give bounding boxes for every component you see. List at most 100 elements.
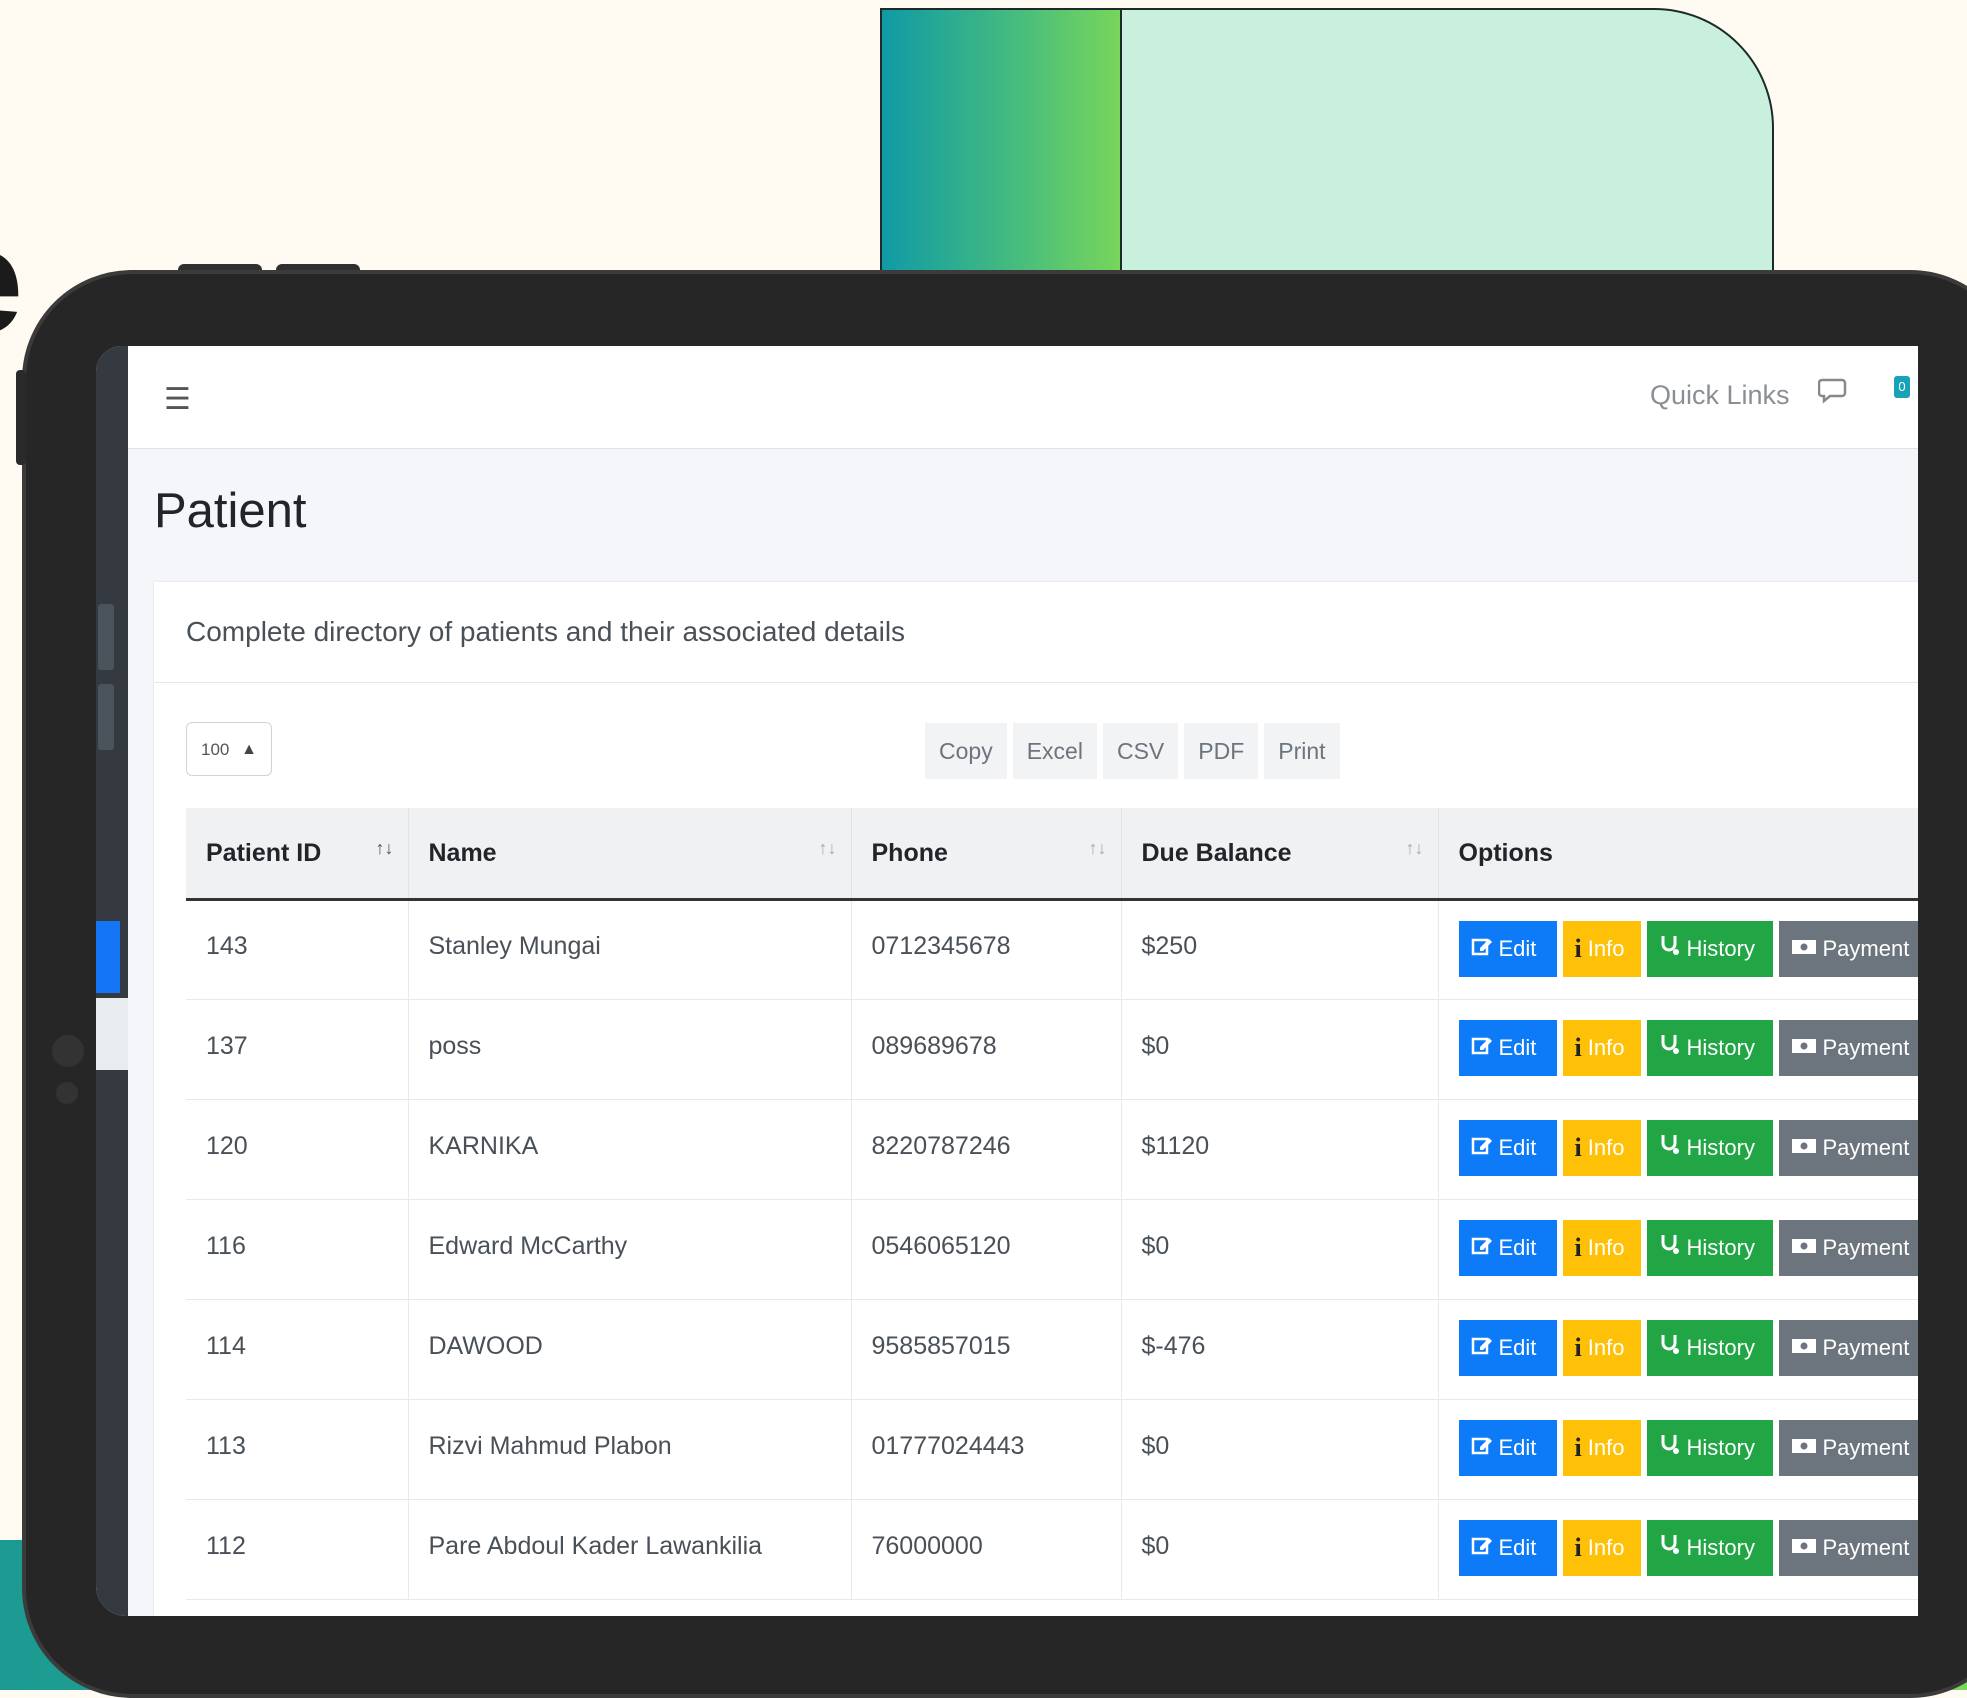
payment-button[interactable]: Payment — [1778, 920, 1918, 977]
money-icon — [1791, 1435, 1817, 1461]
info-icon: i — [1574, 1033, 1582, 1062]
column-header-due-balance[interactable]: Due Balance ↑↓ — [1121, 808, 1439, 901]
cell-due-balance: $-476 — [1121, 1299, 1439, 1400]
edit-button[interactable]: Edit — [1458, 920, 1557, 977]
sort-icon: ↑↓ — [375, 838, 394, 858]
history-button[interactable]: History — [1646, 1520, 1773, 1576]
payment-button[interactable]: Payment — [1778, 1320, 1918, 1376]
edit-icon — [1471, 1434, 1493, 1462]
table-row: 113 Rizvi Mahmud Plabon 01777024443 $0 Edit i… — [186, 1399, 1918, 1500]
patients-card: Complete directory of patients and their… — [154, 582, 1918, 1616]
edit-button[interactable]: Edit — [1458, 1420, 1557, 1476]
info-button[interactable]: i Info — [1562, 1520, 1641, 1576]
row-actions: Edit i Info History Payment — [1458, 1216, 1918, 1276]
cell-name: Stanley Mungai — [408, 899, 852, 1000]
page-length-select[interactable]: 100 ▲︎ — [186, 722, 272, 776]
excel-button[interactable]: Excel — [1012, 723, 1097, 779]
sort-arrows-icon: ▲︎ — [241, 741, 257, 758]
stethoscope-icon — [1659, 1433, 1681, 1463]
payment-button[interactable]: Payment — [1778, 1220, 1918, 1276]
info-button[interactable]: i Info — [1562, 1420, 1641, 1476]
edit-label: Edit — [1498, 1335, 1537, 1360]
cell-name: Pare Abdoul Kader Lawankilia — [408, 1499, 852, 1600]
history-label: History — [1686, 1035, 1755, 1060]
cell-name: KARNIKA — [408, 1099, 852, 1200]
cell-options: Edit i Info History Payment — [1438, 899, 1918, 1000]
edit-label: Edit — [1498, 935, 1537, 961]
edit-button[interactable]: Edit — [1458, 1520, 1557, 1576]
cell-name: poss — [408, 999, 852, 1100]
history-button[interactable]: History — [1646, 1420, 1773, 1476]
export-button-group: Copy Excel CSV PDF Print — [925, 723, 1340, 779]
edit-icon — [1471, 935, 1493, 963]
edit-button[interactable]: Edit — [1458, 1320, 1557, 1376]
payment-button[interactable]: Payment — [1778, 1020, 1918, 1076]
edit-button[interactable]: Edit — [1458, 1120, 1557, 1176]
notification-badge: 0 — [1894, 376, 1910, 398]
info-button[interactable]: i Info — [1562, 1220, 1641, 1276]
camera-icon — [52, 1035, 84, 1067]
sidebar-item-active[interactable] — [96, 921, 120, 993]
edit-button[interactable]: Edit — [1458, 1220, 1557, 1276]
column-header-phone[interactable]: Phone ↑↓ — [851, 808, 1122, 901]
edit-icon — [1471, 1534, 1493, 1562]
column-header-name[interactable]: Name ↑↓ — [408, 808, 852, 901]
copy-button[interactable]: Copy — [925, 723, 1007, 779]
info-button[interactable]: i Info — [1562, 920, 1641, 977]
edit-icon — [1471, 1234, 1493, 1262]
info-button[interactable]: i Info — [1562, 1120, 1641, 1176]
history-button[interactable]: History — [1646, 1320, 1773, 1376]
info-label: Info — [1587, 1235, 1625, 1260]
pdf-button[interactable]: PDF — [1184, 723, 1259, 779]
print-button[interactable]: Print — [1264, 723, 1340, 779]
table-row: 143 Stanley Mungai 0712345678 $250 Edit i Info… — [186, 899, 1918, 1000]
history-button[interactable]: History — [1646, 920, 1773, 977]
info-label: Info — [1587, 1335, 1625, 1360]
history-button[interactable]: History — [1646, 1120, 1773, 1176]
cell-phone: 76000000 — [851, 1499, 1122, 1600]
payment-button[interactable]: Payment — [1778, 1120, 1918, 1176]
history-label: History — [1686, 935, 1755, 961]
cell-name: Rizvi Mahmud Plabon — [408, 1399, 852, 1500]
stethoscope-icon — [1659, 1233, 1681, 1263]
money-icon — [1791, 1535, 1817, 1561]
sensor-icon — [56, 1082, 78, 1104]
sidebar-item[interactable] — [98, 604, 114, 670]
cell-options: Edit i Info History Payment — [1438, 1399, 1918, 1500]
quick-links-link[interactable]: Quick Links — [1650, 380, 1790, 411]
payment-button[interactable]: Payment — [1778, 1420, 1918, 1476]
table-row: 114 DAWOOD 9585857015 $-476 Edit i Info History… — [186, 1299, 1918, 1400]
info-button[interactable]: i Info — [1562, 1320, 1641, 1376]
payment-label: Payment — [1822, 1135, 1910, 1160]
edit-label: Edit — [1498, 1535, 1537, 1560]
column-label: Options — [1458, 838, 1553, 867]
info-icon: i — [1574, 1333, 1582, 1362]
sidebar — [96, 346, 128, 1616]
chat-bubble-icon[interactable] — [1817, 376, 1854, 411]
patients-table: Patient ID ↑↓ Name ↑↓ Phone ↑↓ Due Balance ↑… — [186, 808, 1918, 1600]
sidebar-item-hover[interactable] — [96, 998, 128, 1070]
cell-due-balance: $250 — [1121, 899, 1439, 1000]
csv-button[interactable]: CSV — [1102, 723, 1179, 779]
payment-button[interactable]: Payment — [1778, 1520, 1918, 1576]
edit-button[interactable]: Edit — [1458, 1020, 1557, 1076]
history-label: History — [1686, 1235, 1755, 1260]
money-icon — [1791, 936, 1817, 962]
cell-options: Edit i Info History Payment — [1438, 1099, 1918, 1200]
history-button[interactable]: History — [1646, 1020, 1773, 1076]
money-icon — [1791, 1335, 1817, 1361]
stethoscope-icon — [1659, 934, 1681, 964]
hamburger-icon[interactable]: ☰ — [164, 382, 191, 417]
cell-patient-id: 137 — [186, 999, 409, 1100]
column-label: Phone — [871, 838, 948, 867]
info-icon: i — [1574, 1433, 1582, 1462]
info-button[interactable]: i Info — [1562, 1020, 1641, 1076]
money-icon — [1791, 1135, 1817, 1161]
column-header-patient-id[interactable]: Patient ID ↑↓ — [186, 808, 409, 901]
sidebar-item[interactable] — [98, 684, 114, 750]
column-header-options: Options — [1438, 808, 1918, 901]
history-button[interactable]: History — [1646, 1220, 1773, 1276]
cell-phone: 8220787246 — [851, 1099, 1122, 1200]
stethoscope-icon — [1659, 1133, 1681, 1163]
app-screen: ☰ Quick Links 0 Patient Complete directo… — [96, 346, 1918, 1616]
